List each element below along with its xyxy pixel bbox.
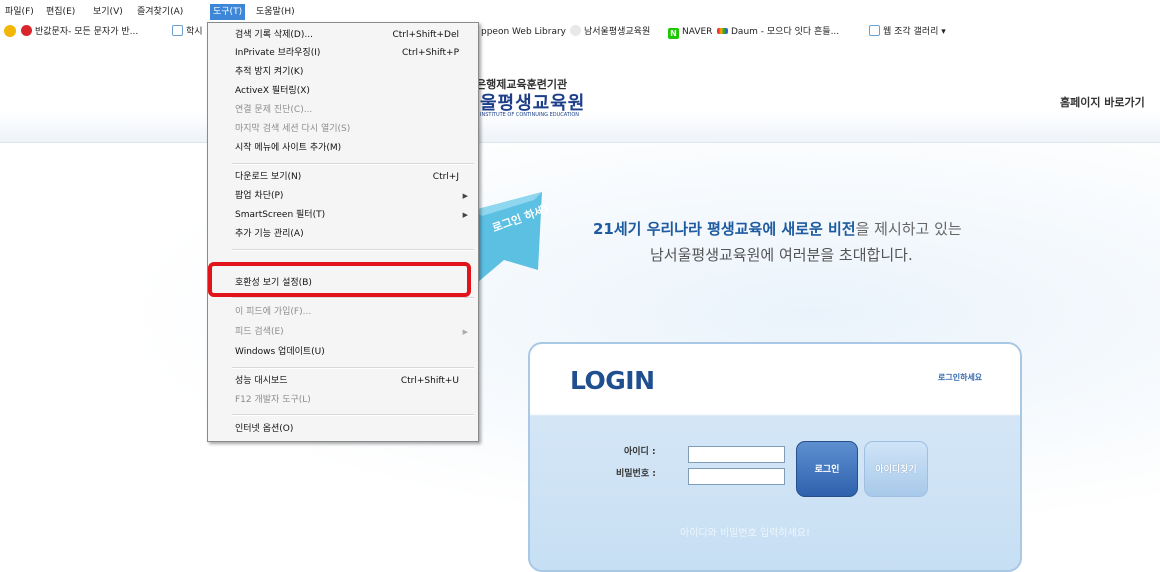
- submenu-arrow-icon: ▶: [462, 192, 468, 200]
- menu-item-label: 성능 대시보드: [235, 376, 288, 386]
- password-input[interactable]: [688, 468, 785, 485]
- fav-item-haksi[interactable]: 학시: [172, 25, 203, 39]
- ie-page-icon: [172, 25, 183, 36]
- tools-dropdown-menu: 검색 기록 삭제(D)... Ctrl+Shift+Del InPrivate 브…: [207, 22, 479, 442]
- menu-item-label: 피드 검색(E): [235, 327, 284, 337]
- fav-label: NAVER: [682, 27, 713, 37]
- menu-item-reopen-session: 마지막 검색 세션 다시 열기(S): [208, 120, 478, 138]
- submenu-arrow-icon: ▶: [462, 211, 468, 219]
- welcome-line-1: 21세기 우리나라 평생교육에 새로운 비전을 제시하고 있는: [593, 218, 962, 239]
- login-message: 아이디와 비밀번호 입력하세요!: [680, 528, 810, 539]
- id-label: 아이디 :: [624, 447, 656, 457]
- fav-label: 웹 조각 갤러리 ▾: [883, 27, 946, 37]
- menu-view[interactable]: 보기(V): [90, 5, 126, 19]
- menu-item-performance-dashboard[interactable]: 성능 대시보드 Ctrl+Shift+U: [208, 372, 478, 390]
- menu-item-label: ActiveX 필터링(X): [235, 86, 310, 96]
- login-panel: LOGIN 로그인하세요 아이디 : 비밀번호 : 로그인 아이디찾기 아이디와…: [528, 342, 1022, 572]
- submenu-arrow-icon: ▶: [462, 328, 468, 336]
- menu-item-shortcut: Ctrl+Shift+U: [400, 376, 459, 386]
- menu-favorites[interactable]: 즐겨찾기(A): [134, 5, 186, 19]
- menu-item-inprivate[interactable]: InPrivate 브라우징(I) Ctrl+Shift+P: [208, 44, 478, 62]
- menu-item-shortcut: Ctrl+Shift+P: [402, 48, 459, 58]
- fav-item-namseoul[interactable]: 남서울평생교육원: [570, 25, 650, 39]
- menu-item-view-downloads[interactable]: 다운로드 보기(N) Ctrl+J: [208, 168, 478, 186]
- menu-item-tracking-protection[interactable]: 추적 방지 켜기(K): [208, 63, 478, 81]
- menu-item-label: 이 피드에 가입(F)...: [235, 307, 312, 317]
- fav-label: Daum - 모으다 잇다 흔들...: [731, 27, 840, 37]
- menu-file[interactable]: 파일(F): [2, 5, 37, 19]
- welcome-highlight: 21세기 우리나라 평생교육에 새로운 비전: [593, 220, 856, 238]
- menu-item-label: 검색 기록 삭제(D)...: [235, 30, 313, 40]
- fav-item-daum[interactable]: Daum - 모으다 잇다 흔들...: [717, 25, 839, 39]
- site-favicon-icon: [21, 25, 32, 36]
- find-id-button[interactable]: 아이디찾기: [864, 441, 928, 497]
- menu-edit[interactable]: 편집(E): [43, 5, 78, 19]
- menu-item-feed-discovery: 피드 검색(E) ▶: [208, 323, 478, 341]
- menu-item-delete-history[interactable]: 검색 기록 삭제(D)... Ctrl+Shift+Del: [208, 26, 478, 44]
- annotation-highlight-box: [208, 262, 471, 297]
- menu-item-subscribe-feed: 이 피드에 가입(F)...: [208, 303, 478, 321]
- login-button[interactable]: 로그인: [796, 441, 858, 497]
- menu-item-label: 시작 메뉴에 사이트 추가(M): [235, 143, 342, 153]
- menu-item-diagnose-connection: 연결 문제 진단(C)...: [208, 101, 478, 119]
- menu-item-label: 연결 문제 진단(C)...: [235, 105, 313, 115]
- menu-item-f12-dev-tools: F12 개발자 도구(L): [208, 391, 478, 409]
- menu-item-label: 다운로드 보기(N): [235, 172, 302, 182]
- menu-bar: 파일(F) 편집(E) 보기(V) 즐겨찾기(A) 도구(T) 도움말(H): [0, 0, 1160, 22]
- menu-item-label: 추적 방지 켜기(K): [235, 67, 304, 77]
- menu-item-label: 추가 기능 관리(A): [235, 229, 304, 239]
- menu-item-internet-options[interactable]: 인터넷 옵션(O): [208, 420, 478, 438]
- site-favicon-icon: [570, 25, 581, 36]
- menu-item-shortcut: Ctrl+J: [432, 172, 459, 182]
- id-input[interactable]: [688, 446, 785, 463]
- menu-help[interactable]: 도움말(H): [253, 5, 298, 19]
- menu-item-label: SmartScreen 필터(T): [235, 210, 326, 220]
- logo-subtitle: INSTITUTE OF CONTINUING EDUCATION: [480, 112, 580, 118]
- welcome-rest: 을 제시하고 있는: [855, 220, 962, 238]
- naver-icon: N: [668, 28, 679, 39]
- menu-item-add-to-start[interactable]: 시작 메뉴에 사이트 추가(M): [208, 139, 478, 157]
- menu-item-label: 인터넷 옵션(O): [235, 424, 294, 434]
- fav-label: 학시: [186, 27, 203, 37]
- fav-item-bangapmunja[interactable]: 반값문자- 모든 문자가 반...: [21, 25, 138, 39]
- fav-label: ppeon Web Library: [481, 27, 566, 37]
- menu-item-smartscreen[interactable]: SmartScreen 필터(T) ▶: [208, 206, 478, 224]
- homepage-link[interactable]: 홈페이지 바로가기: [1060, 94, 1145, 110]
- page-header: 은행제교육훈련기관 울평생교육원 INSTITUTE OF CONTINUING…: [0, 42, 1160, 143]
- star-icon: [4, 25, 16, 37]
- fav-item-naver[interactable]: N NAVER: [668, 25, 712, 39]
- menu-item-label: Windows 업데이트(U): [235, 347, 325, 357]
- welcome-line-2: 남서울평생교육원에 여러분을 초대합니다.: [650, 246, 913, 264]
- fav-item-web-slice-gallery[interactable]: 웹 조각 갤러리 ▾: [869, 25, 946, 39]
- password-label: 비밀번호 :: [616, 469, 656, 479]
- menu-item-shortcut: Ctrl+Shift+Del: [392, 30, 459, 40]
- menu-separator: [232, 414, 474, 416]
- fav-item-web-library[interactable]: ppeon Web Library: [481, 25, 566, 39]
- favorites-star-icon[interactable]: [4, 25, 19, 39]
- login-title: LOGIN: [570, 366, 655, 395]
- menu-separator: [232, 297, 474, 299]
- daum-icon: [717, 28, 728, 34]
- menu-tools[interactable]: 도구(T): [210, 4, 246, 20]
- login-hint: 로그인하세요: [938, 373, 983, 382]
- ie-page-icon: [869, 25, 880, 36]
- menu-item-windows-update[interactable]: Windows 업데이트(U): [208, 343, 478, 361]
- menu-separator: [232, 163, 474, 165]
- menu-item-label: InPrivate 브라우징(I): [235, 48, 321, 58]
- menu-item-popup-blocker[interactable]: 팝업 차단(P) ▶: [208, 187, 478, 205]
- menu-item-activex-filtering[interactable]: ActiveX 필터링(X): [208, 82, 478, 100]
- menu-item-label: F12 개발자 도구(L): [235, 395, 311, 405]
- menu-item-label: 팝업 차단(P): [235, 191, 284, 201]
- favorites-bar: 반값문자- 모든 문자가 반... 학시 ppeon Web Library 남…: [0, 22, 1160, 42]
- menu-separator: [232, 249, 474, 251]
- fav-label: 반값문자- 모든 문자가 반...: [35, 27, 139, 37]
- menu-item-label: 마지막 검색 세션 다시 열기(S): [235, 124, 351, 134]
- menu-separator: [232, 367, 474, 369]
- menu-item-manage-addons[interactable]: 추가 기능 관리(A): [208, 225, 478, 243]
- fav-label: 남서울평생교육원: [584, 27, 651, 37]
